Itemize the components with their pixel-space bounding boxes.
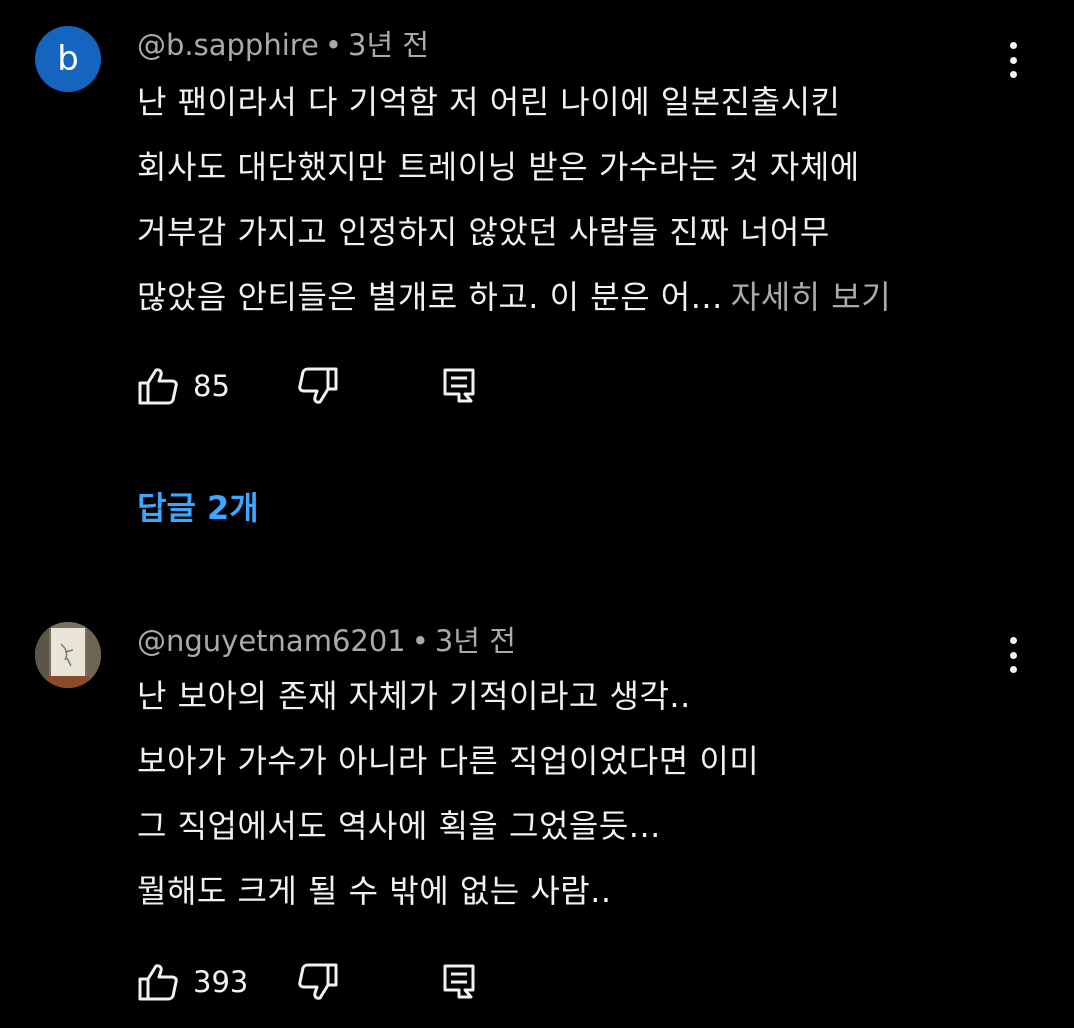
comment-line: 뭘해도 크게 될 수 밖에 없는 사람.. [137,872,612,910]
comment-icon [443,964,475,999]
comment-actions: 393 [137,960,537,1004]
comment-line: 난 보아의 존재 자체가 기적이라고 생각.. [137,677,691,715]
dislike-button[interactable] [295,960,339,1004]
more-vert-icon[interactable] [996,635,1030,675]
comment-2: @nguyetnam6201 • 3년 전 난 보아의 존재 자체가 기적이라고 생… [0,0,1074,1028]
comment-text: 난 보아의 존재 자체가 기적이라고 생각.. 보아가 가수가 아니라 다른 직… [137,664,997,924]
author-name[interactable]: @nguyetnam6201 [137,624,406,658]
like-button[interactable]: 393 [137,960,248,1004]
reply-button[interactable] [441,960,477,1004]
avatar[interactable] [35,622,101,688]
comment-time[interactable]: 3년 전 [435,624,516,658]
like-count: 393 [193,965,249,999]
thumb-down-icon [298,963,338,1000]
comment-meta: @nguyetnam6201 • 3년 전 [137,623,516,659]
avatar-image [35,622,101,688]
comment-line: 보아가 가수가 아니라 다른 직업이었다면 이미 [137,742,760,780]
meta-separator: • [411,624,429,658]
thumb-up-icon [138,964,178,1001]
comment-line: 그 직업에서도 역사에 획을 그었을듯... [137,807,661,845]
